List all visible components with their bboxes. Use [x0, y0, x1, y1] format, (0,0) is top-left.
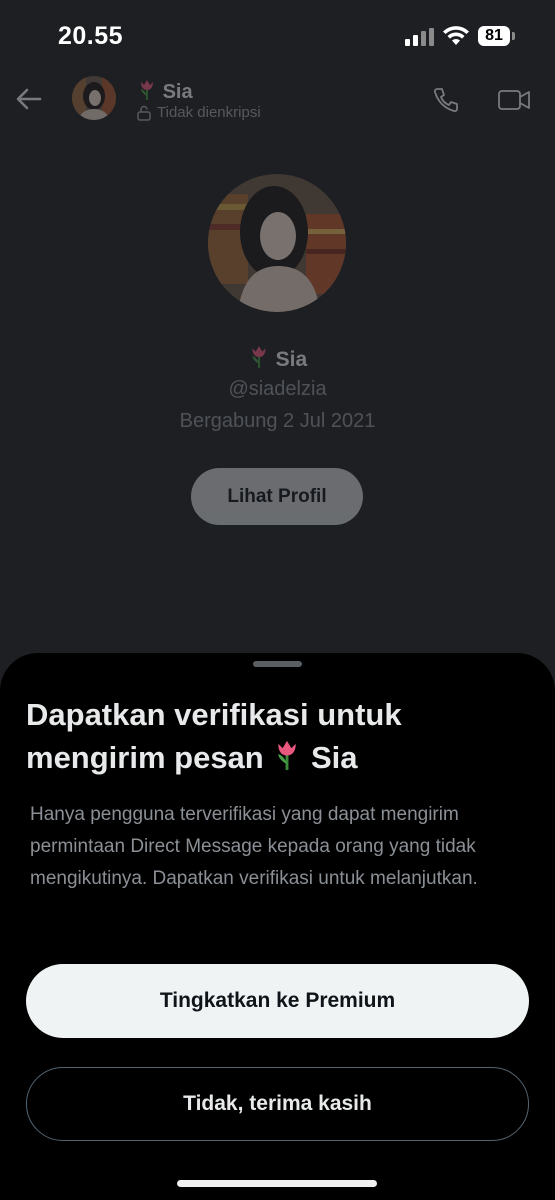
sheet-title-name: Sia: [311, 740, 358, 775]
upgrade-premium-button[interactable]: Tingkatkan ke Premium: [26, 964, 529, 1038]
profile-name-text: Sia: [275, 348, 308, 371]
view-profile-button[interactable]: Lihat Profil: [191, 468, 363, 525]
tulip-emoji-icon: [141, 80, 153, 100]
battery-level: 81: [478, 26, 510, 46]
unlock-icon: [137, 105, 151, 121]
profile-avatar[interactable]: [208, 174, 346, 312]
status-time: 20.55: [58, 22, 124, 50]
status-bar: 20.55 81: [0, 0, 555, 72]
conversation-header: Sia Tidak dienkripsi: [0, 72, 555, 132]
sheet-grabber[interactable]: [253, 661, 302, 667]
tulip-emoji-icon: [278, 740, 297, 770]
profile-joined-date: Bergabung 2 Jul 2021: [179, 410, 376, 432]
home-indicator[interactable]: [177, 1180, 377, 1187]
tulip-emoji-icon: [252, 346, 266, 368]
header-avatar[interactable]: [72, 76, 116, 120]
profile-card: Sia @siadelzia Bergabung 2 Jul 2021 Liha…: [0, 170, 555, 550]
header-name-text: Sia: [162, 81, 193, 103]
battery-tip: [512, 32, 515, 40]
profile-handle: @siadelzia: [228, 378, 327, 400]
video-camera-icon[interactable]: [497, 86, 531, 114]
sheet-description: Hanya pengguna terverifikasi yang dapat …: [30, 804, 478, 889]
battery-icon: 81: [478, 26, 516, 46]
header-name: Sia: [137, 78, 193, 104]
back-arrow-icon[interactable]: [14, 84, 44, 114]
verification-bottom-sheet: Dapatkan verifikasi untuk mengirim pesan…: [0, 653, 555, 1200]
decline-button[interactable]: Tidak, terima kasih: [26, 1067, 529, 1141]
wifi-icon: [443, 26, 469, 45]
signal-icon: [405, 28, 434, 46]
sheet-title: Dapatkan verifikasi untuk mengirim pesan…: [26, 693, 526, 779]
dm-screen: 20.55 81 Sia Tidak dienkripsi Sia @siade…: [0, 0, 555, 1200]
encryption-status-text: Tidak dienkripsi: [157, 104, 261, 121]
phone-icon[interactable]: [432, 86, 460, 114]
encryption-status: Tidak dienkripsi: [137, 104, 261, 121]
profile-name: Sia: [0, 344, 555, 372]
